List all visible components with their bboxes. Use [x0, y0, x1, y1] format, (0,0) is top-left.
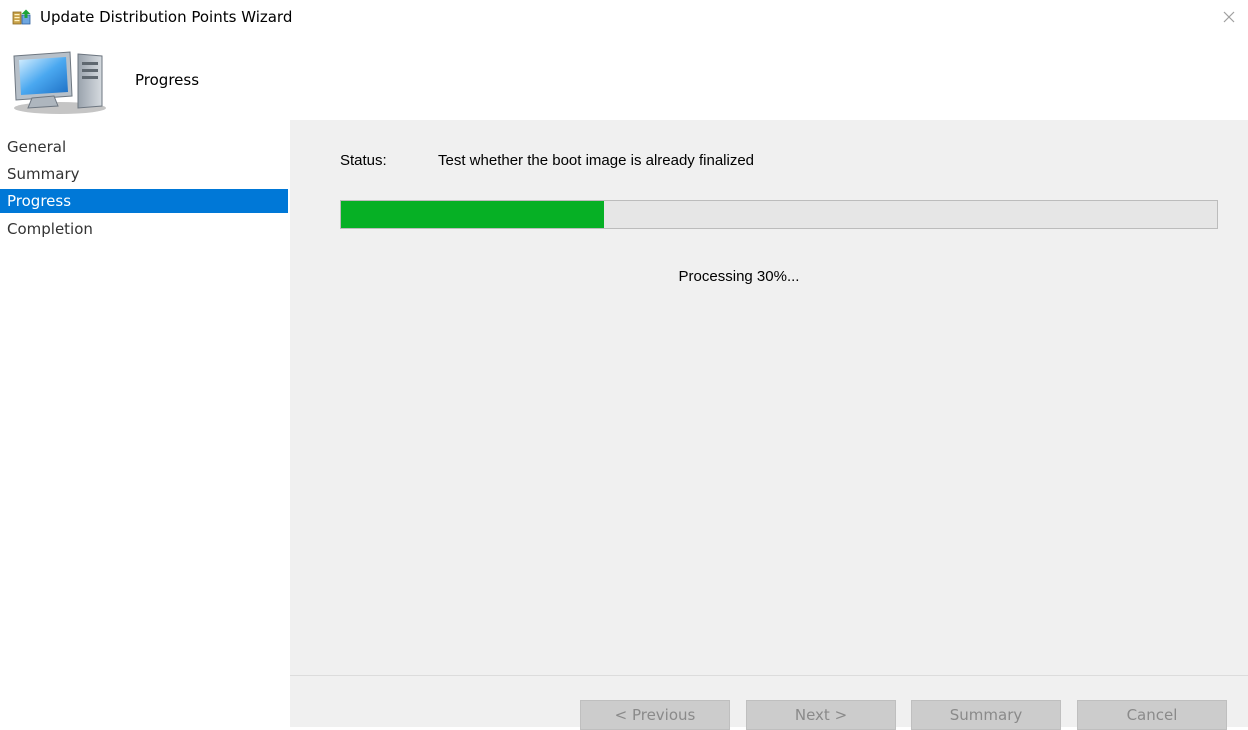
wizard-window: Update Distribution Points Wizard Progre…: [0, 0, 1248, 730]
processing-text: Processing 30%...: [678, 268, 800, 285]
sidebar-item-summary[interactable]: Summary: [0, 162, 288, 186]
progress-panel: Status: Test whether the boot image is a…: [290, 120, 1248, 675]
sidebar-item-progress[interactable]: Progress: [0, 189, 288, 213]
sidebar-item-general[interactable]: General: [0, 135, 288, 159]
computer-icon: [13, 51, 106, 114]
wizard-header: Progress: [0, 38, 1248, 120]
sidebar-item-completion[interactable]: Completion: [0, 217, 288, 241]
status-label: Status:: [340, 152, 387, 169]
page-heading: Progress: [135, 71, 200, 89]
progress-bar: [340, 200, 1218, 229]
previous-button[interactable]: < Previous: [580, 700, 730, 730]
summary-button[interactable]: Summary: [911, 700, 1061, 730]
title-bar: Update Distribution Points Wizard: [0, 0, 1248, 38]
wizard-app-icon: [12, 9, 31, 25]
wizard-footer: < Previous Next > Summary Cancel: [290, 675, 1248, 730]
wizard-steps-sidebar: General Summary Progress Completion: [0, 120, 290, 727]
window-title: Update Distribution Points Wizard: [40, 8, 293, 26]
cancel-button[interactable]: Cancel: [1077, 700, 1227, 730]
close-icon[interactable]: [1220, 8, 1238, 26]
next-button[interactable]: Next >: [746, 700, 896, 730]
progress-bar-fill: [341, 201, 604, 228]
status-text: Test whether the boot image is already f…: [438, 152, 755, 169]
